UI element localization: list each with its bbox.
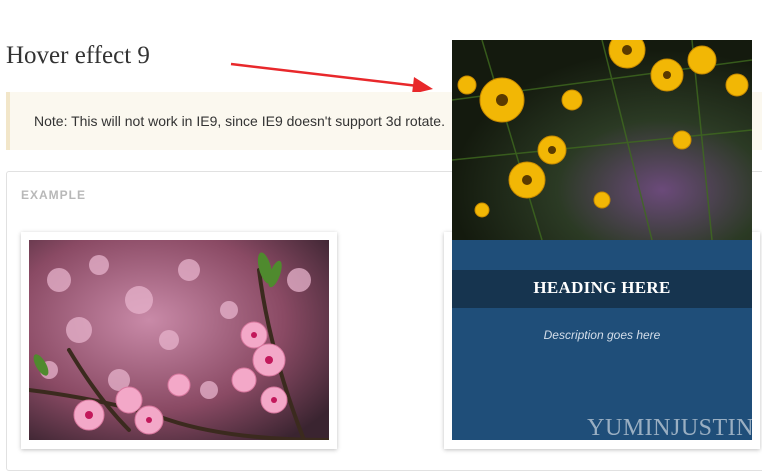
- note-text: Note: This will not work in IE9, since I…: [34, 113, 445, 129]
- card-description: Description goes here: [543, 328, 661, 342]
- cherry-blossom-image: [29, 240, 329, 440]
- watermark: YUMINJUSTIN: [587, 415, 754, 441]
- example-label: EXAMPLE: [21, 188, 87, 202]
- yellow-flowers-image: [452, 40, 752, 240]
- hover-flip-panel[interactable]: HEADING HERE Description goes here: [452, 40, 752, 440]
- page-title: Hover effect 9: [6, 42, 150, 69]
- hover-card-blossom[interactable]: [21, 232, 337, 449]
- card-heading: HEADING HERE: [533, 278, 671, 297]
